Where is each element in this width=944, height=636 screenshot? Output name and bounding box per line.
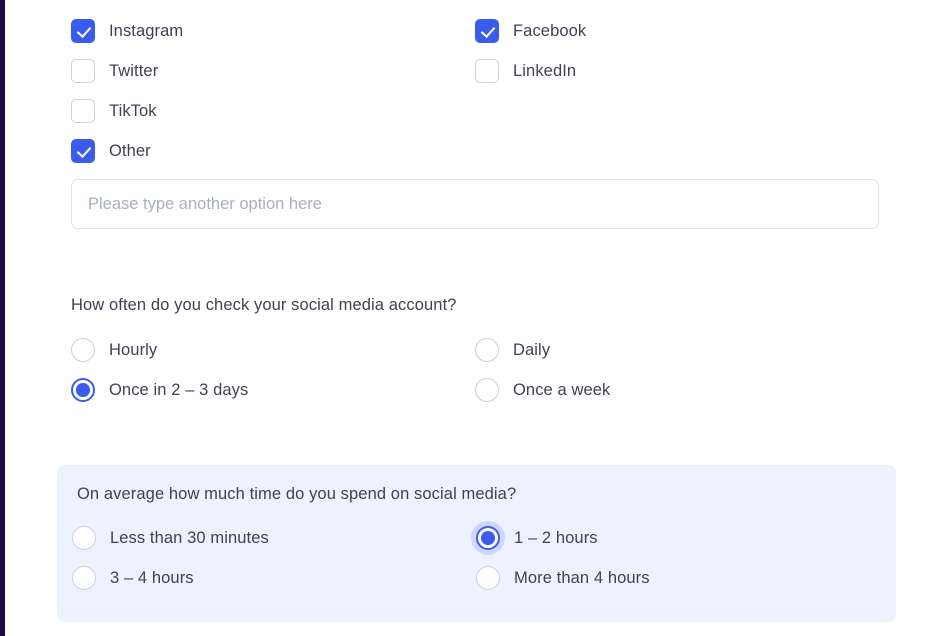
radio-option-daily[interactable]: Daily <box>475 338 883 362</box>
checkbox-label-facebook: Facebook <box>513 21 587 40</box>
radio-unselected-icon[interactable] <box>72 526 96 550</box>
checkbox-checked-icon[interactable] <box>475 19 499 43</box>
radio-label-1-2-hours: 1 – 2 hours <box>514 528 598 547</box>
radio-option-hourly[interactable]: Hourly <box>71 338 475 362</box>
radio-label-hourly: Hourly <box>109 340 158 359</box>
radio-option-1-2-hours[interactable]: 1 – 2 hours <box>476 526 896 550</box>
frequency-question-title: How often do you check your social media… <box>71 296 457 314</box>
radio-option-once-a-week[interactable]: Once a week <box>475 378 883 402</box>
radio-unselected-icon[interactable] <box>475 338 499 362</box>
checkbox-unchecked-icon[interactable] <box>71 99 95 123</box>
radio-label-less-than-30-minutes: Less than 30 minutes <box>110 528 269 547</box>
radio-selected-icon[interactable] <box>476 526 500 550</box>
platforms-options-grid: Instagram Facebook Twitter LinkedIn TikT… <box>71 19 883 163</box>
checkbox-checked-icon[interactable] <box>71 19 95 43</box>
checkbox-label-linkedin: LinkedIn <box>513 61 577 80</box>
checkbox-option-facebook[interactable]: Facebook <box>475 19 883 43</box>
checkbox-unchecked-icon[interactable] <box>71 59 95 83</box>
radio-option-more-than-4-hours[interactable]: More than 4 hours <box>476 566 896 590</box>
checkbox-unchecked-icon[interactable] <box>475 59 499 83</box>
radio-unselected-icon[interactable] <box>475 378 499 402</box>
radio-option-less-than-30-minutes[interactable]: Less than 30 minutes <box>72 526 476 550</box>
radio-unselected-icon[interactable] <box>71 338 95 362</box>
platforms-question-block: Instagram Facebook Twitter LinkedIn TikT… <box>71 19 883 163</box>
checkbox-label-other: Other <box>109 141 151 160</box>
radio-selected-icon[interactable] <box>71 378 95 402</box>
radio-option-once-in-2-3-days[interactable]: Once in 2 – 3 days <box>71 378 475 402</box>
checkbox-option-tiktok[interactable]: TikTok <box>71 99 475 123</box>
radio-unselected-icon[interactable] <box>72 566 96 590</box>
checkbox-label-twitter: Twitter <box>109 61 159 80</box>
radio-option-3-4-hours[interactable]: 3 – 4 hours <box>72 566 476 590</box>
time-question-panel: On average how much time do you spend on… <box>57 465 896 622</box>
time-options-grid: Less than 30 minutes 1 – 2 hours 3 – 4 h… <box>72 526 896 590</box>
other-option-input[interactable] <box>71 179 879 229</box>
radio-label-3-4-hours: 3 – 4 hours <box>110 568 194 587</box>
grid-spacer <box>475 99 883 123</box>
radio-label-once-in-2-3-days: Once in 2 – 3 days <box>109 380 249 399</box>
checkbox-label-instagram: Instagram <box>109 21 184 40</box>
radio-label-daily: Daily <box>513 340 551 359</box>
checkbox-option-twitter[interactable]: Twitter <box>71 59 475 83</box>
checkbox-option-linkedin[interactable]: LinkedIn <box>475 59 883 83</box>
radio-label-once-a-week: Once a week <box>513 380 611 399</box>
checkbox-label-tiktok: TikTok <box>109 101 157 120</box>
checkbox-option-other[interactable]: Other <box>71 139 475 163</box>
radio-label-more-than-4-hours: More than 4 hours <box>514 568 650 587</box>
checkbox-option-instagram[interactable]: Instagram <box>71 19 475 43</box>
radio-unselected-icon[interactable] <box>476 566 500 590</box>
time-question-title: On average how much time do you spend on… <box>77 485 517 503</box>
grid-spacer <box>475 139 883 163</box>
other-option-input-wrapper <box>71 179 879 229</box>
survey-page: Instagram Facebook Twitter LinkedIn TikT… <box>5 0 944 636</box>
frequency-options-grid: Hourly Daily Once in 2 – 3 days Once a w… <box>71 338 883 402</box>
checkbox-checked-icon[interactable] <box>71 139 95 163</box>
frequency-question-block: How often do you check your social media… <box>71 296 883 402</box>
